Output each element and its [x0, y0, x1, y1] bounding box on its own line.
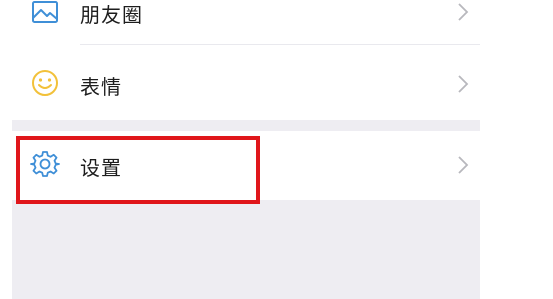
- menu-group-top: 朋友圈 表情: [12, 0, 480, 120]
- chevron-right-icon: [457, 74, 469, 94]
- chevron-right-icon: [457, 2, 469, 22]
- highlight-box: [16, 136, 260, 204]
- smiley-icon: [30, 68, 60, 98]
- menu-item-label: 朋友圈: [80, 3, 143, 27]
- menu-item-moments[interactable]: 朋友圈: [12, 0, 480, 30]
- image-icon: [30, 0, 60, 28]
- menu-item-sticker[interactable]: 表情: [12, 62, 480, 106]
- chevron-right-icon: [457, 155, 469, 175]
- row-divider: [80, 44, 480, 45]
- menu-item-label: 表情: [80, 75, 122, 99]
